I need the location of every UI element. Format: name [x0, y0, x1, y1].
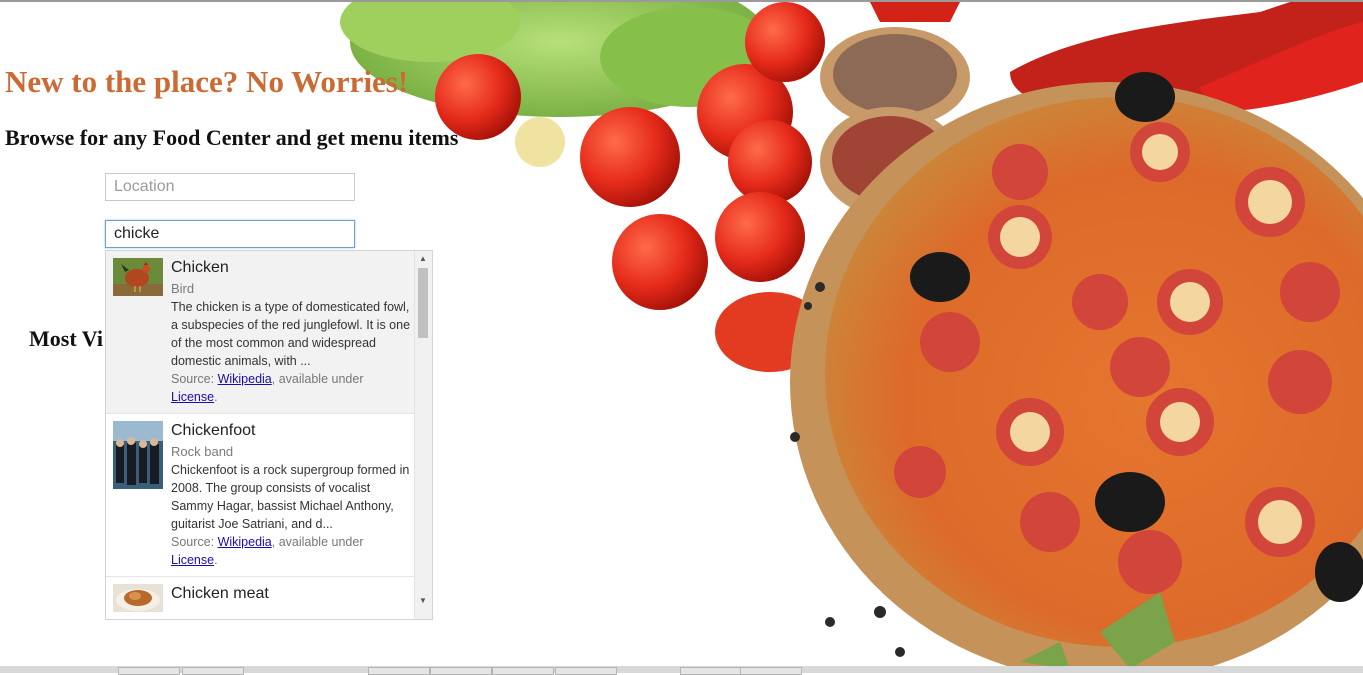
suggestion-title: Chickenfoot — [171, 422, 256, 439]
suggestion-title: Chicken meat — [171, 585, 269, 602]
source-prefix: Source: — [171, 535, 218, 549]
suggestion-source: Source: Wikipedia, available under Licen… — [171, 370, 411, 406]
license-link[interactable]: License — [171, 553, 214, 567]
suggestion-item-chickenfoot[interactable]: Chickenfoot Rock band Chickenfoot is a r… — [106, 414, 414, 576]
dropdown-scrollbar[interactable]: ▲ ▼ — [414, 251, 432, 619]
rooster-photo-icon — [113, 258, 163, 301]
scroll-thumb[interactable] — [418, 268, 428, 338]
band-photo-icon — [113, 421, 163, 494]
suggestion-title: Chicken — [171, 259, 229, 276]
taskbar-strip — [0, 666, 1363, 675]
license-suffix: . — [214, 390, 218, 404]
suggestion-source: Source: Wikipedia, available under Licen… — [171, 533, 411, 569]
suggestion-type: Rock band — [171, 444, 234, 459]
food-search-input[interactable] — [105, 220, 355, 248]
page-title: New to the place? No Worries! — [5, 64, 409, 99]
suggestion-item-chicken[interactable]: Chicken Bird The chicken is a type of do… — [106, 251, 414, 413]
suggestion-item-chicken-meat[interactable]: Chicken meat — [106, 577, 414, 619]
license-link[interactable]: License — [171, 390, 214, 404]
scroll-down-arrow-icon[interactable]: ▼ — [419, 596, 427, 605]
suggestion-description: The chicken is a type of domesticated fo… — [171, 300, 411, 368]
source-middle: , available under — [271, 535, 364, 549]
chicken-dish-photo-icon — [113, 584, 163, 617]
autocomplete-dropdown: Chicken Bird The chicken is a type of do… — [105, 250, 433, 620]
scroll-up-arrow-icon[interactable]: ▲ — [419, 254, 427, 263]
source-prefix: Source: — [171, 372, 218, 386]
license-suffix: . — [214, 553, 218, 567]
section-heading: Most Vi — [29, 326, 103, 351]
suggestion-description: Chickenfoot is a rock supergroup formed … — [171, 463, 410, 531]
location-input[interactable] — [105, 173, 355, 201]
source-middle: , available under — [271, 372, 364, 386]
wikipedia-link[interactable]: Wikipedia — [218, 535, 272, 549]
page-subtitle: Browse for any Food Center and get menu … — [5, 125, 459, 150]
wikipedia-link[interactable]: Wikipedia — [218, 372, 272, 386]
suggestion-type: Bird — [171, 281, 195, 296]
